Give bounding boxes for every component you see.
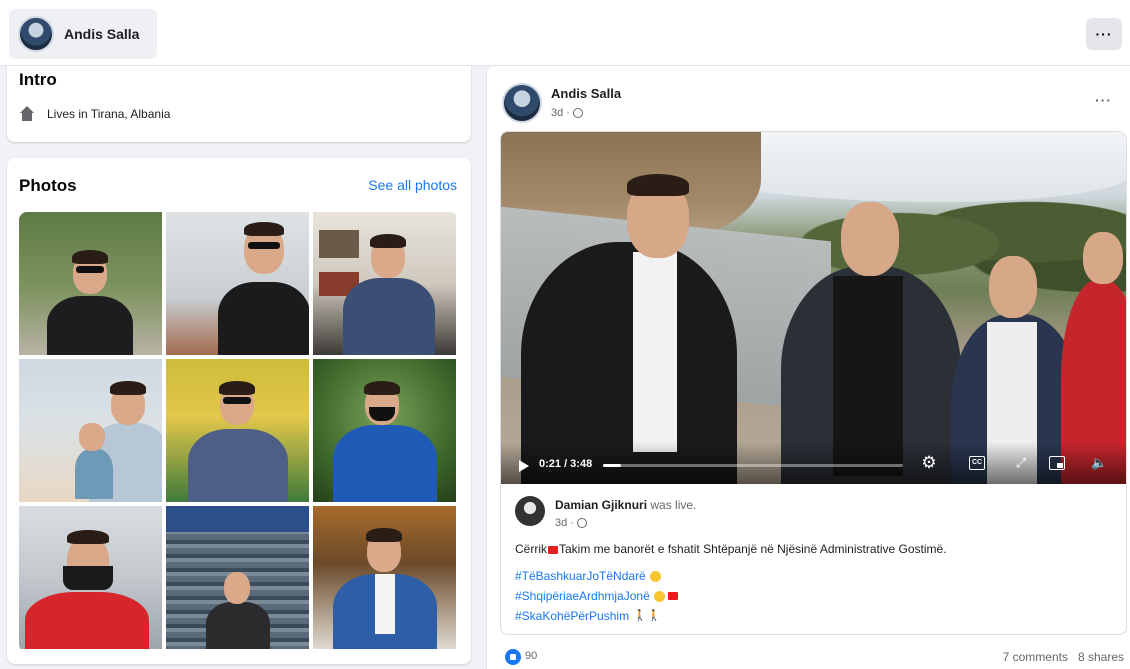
pin-icon xyxy=(548,545,558,554)
video-player[interactable]: 0:21 / 3:48 ⚙ CC ⤢ 🔈 xyxy=(501,132,1126,484)
expand-icon[interactable]: ⤢ xyxy=(1013,456,1029,470)
video-time: 0:21 / 3:48 xyxy=(539,458,593,470)
profile-name: Andis Salla xyxy=(64,26,140,42)
photo-thumbnail[interactable] xyxy=(166,212,309,355)
live-author-line: Damian Gjiknuri was live. xyxy=(555,498,696,512)
video-progress-bar[interactable] xyxy=(603,464,903,467)
photos-grid xyxy=(19,212,458,652)
live-meta: 3d · xyxy=(555,517,587,529)
shared-live-post: 0:21 / 3:48 ⚙ CC ⤢ 🔈 Damian Gjiknuri was… xyxy=(500,131,1127,635)
like-icon[interactable] xyxy=(505,649,521,665)
intro-title: Intro xyxy=(19,70,57,89)
walking-icon: 🚶 xyxy=(647,610,661,622)
live-author-avatar[interactable] xyxy=(515,496,545,526)
post-author-avatar[interactable] xyxy=(502,83,542,123)
avatar xyxy=(18,16,54,52)
photo-thumbnail[interactable] xyxy=(313,506,456,649)
photo-thumbnail[interactable] xyxy=(313,359,456,502)
shares-count[interactable]: 8 shares xyxy=(1078,650,1124,664)
gear-icon[interactable]: ⚙ xyxy=(921,454,937,471)
intro-card: Intro Lives in Tirana, Albania xyxy=(7,66,471,142)
live-author-name[interactable]: Damian Gjiknuri xyxy=(555,498,647,512)
lives-in-row: Lives in Tirana, Albania xyxy=(19,106,170,122)
video-controls: 0:21 / 3:48 ⚙ CC ⤢ 🔈 xyxy=(501,442,1126,484)
post-footer: 90 7 comments 8 shares xyxy=(487,645,1130,669)
lives-in-text: Lives in Tirana, Albania xyxy=(47,107,171,121)
photo-thumbnail[interactable] xyxy=(313,212,456,355)
post-text-place: Cërrik xyxy=(515,542,547,556)
hashtag-link[interactable]: #SkaKohëPërPushim xyxy=(515,606,629,626)
photo-thumbnail[interactable] xyxy=(19,506,162,649)
hashtag-link[interactable]: #ShqipëriaeArdhmjaJonë xyxy=(515,586,650,606)
post-more-button[interactable]: ··· xyxy=(1095,92,1112,108)
live-time[interactable]: 3d · xyxy=(555,517,574,529)
post-card: Andis Salla 3d · ··· 0:21 / 3:48 ⚙ CC ⤢ … xyxy=(487,66,1130,669)
hashtag-list: #TëBashkuarJoTëNdarë #ShqipëriaeArdhmjaJ… xyxy=(515,566,679,626)
post-time[interactable]: 3d · xyxy=(551,107,570,119)
walking-icon: 🚶 xyxy=(633,610,647,622)
post-stats: 7 comments 8 shares xyxy=(1003,650,1124,664)
video-progress-fill xyxy=(603,464,621,467)
post-text: Cërrik Takim me banorët e fshatit Shtëpan… xyxy=(515,542,1115,556)
comments-count[interactable]: 7 comments xyxy=(1003,650,1068,664)
post-meta: 3d · xyxy=(551,107,583,119)
profile-topbar: Andis Salla ··· xyxy=(0,0,1130,66)
profile-chip[interactable]: Andis Salla xyxy=(9,9,157,59)
hashtag-link[interactable]: #TëBashkuarJoTëNdarë xyxy=(515,566,646,586)
globe-icon xyxy=(576,518,587,528)
post-text-body: Takim me banorët e fshatit Shtëpanjë në … xyxy=(559,542,947,556)
captions-icon[interactable]: CC xyxy=(969,456,985,470)
play-icon[interactable] xyxy=(519,460,529,472)
post-author-name[interactable]: Andis Salla xyxy=(551,86,621,101)
photo-thumbnail[interactable] xyxy=(19,212,162,355)
picture-in-picture-icon[interactable] xyxy=(1049,456,1065,470)
photo-thumbnail[interactable] xyxy=(166,359,309,502)
emoji-icon xyxy=(649,570,661,582)
volume-icon[interactable]: 🔈 xyxy=(1091,456,1107,470)
globe-icon xyxy=(572,108,583,118)
photo-thumbnail[interactable] xyxy=(19,359,162,502)
more-options-button[interactable]: ··· xyxy=(1086,18,1122,50)
albania-flag-icon xyxy=(667,592,678,600)
live-action: was live. xyxy=(647,498,697,512)
see-all-photos-link[interactable]: See all photos xyxy=(368,177,457,193)
reactions-count[interactable]: 90 xyxy=(525,650,537,662)
photos-card: Photos See all photos xyxy=(7,158,471,664)
home-icon xyxy=(19,106,35,122)
photos-title: Photos xyxy=(19,176,77,195)
photo-thumbnail[interactable] xyxy=(166,506,309,649)
emoji-icon xyxy=(653,590,665,602)
